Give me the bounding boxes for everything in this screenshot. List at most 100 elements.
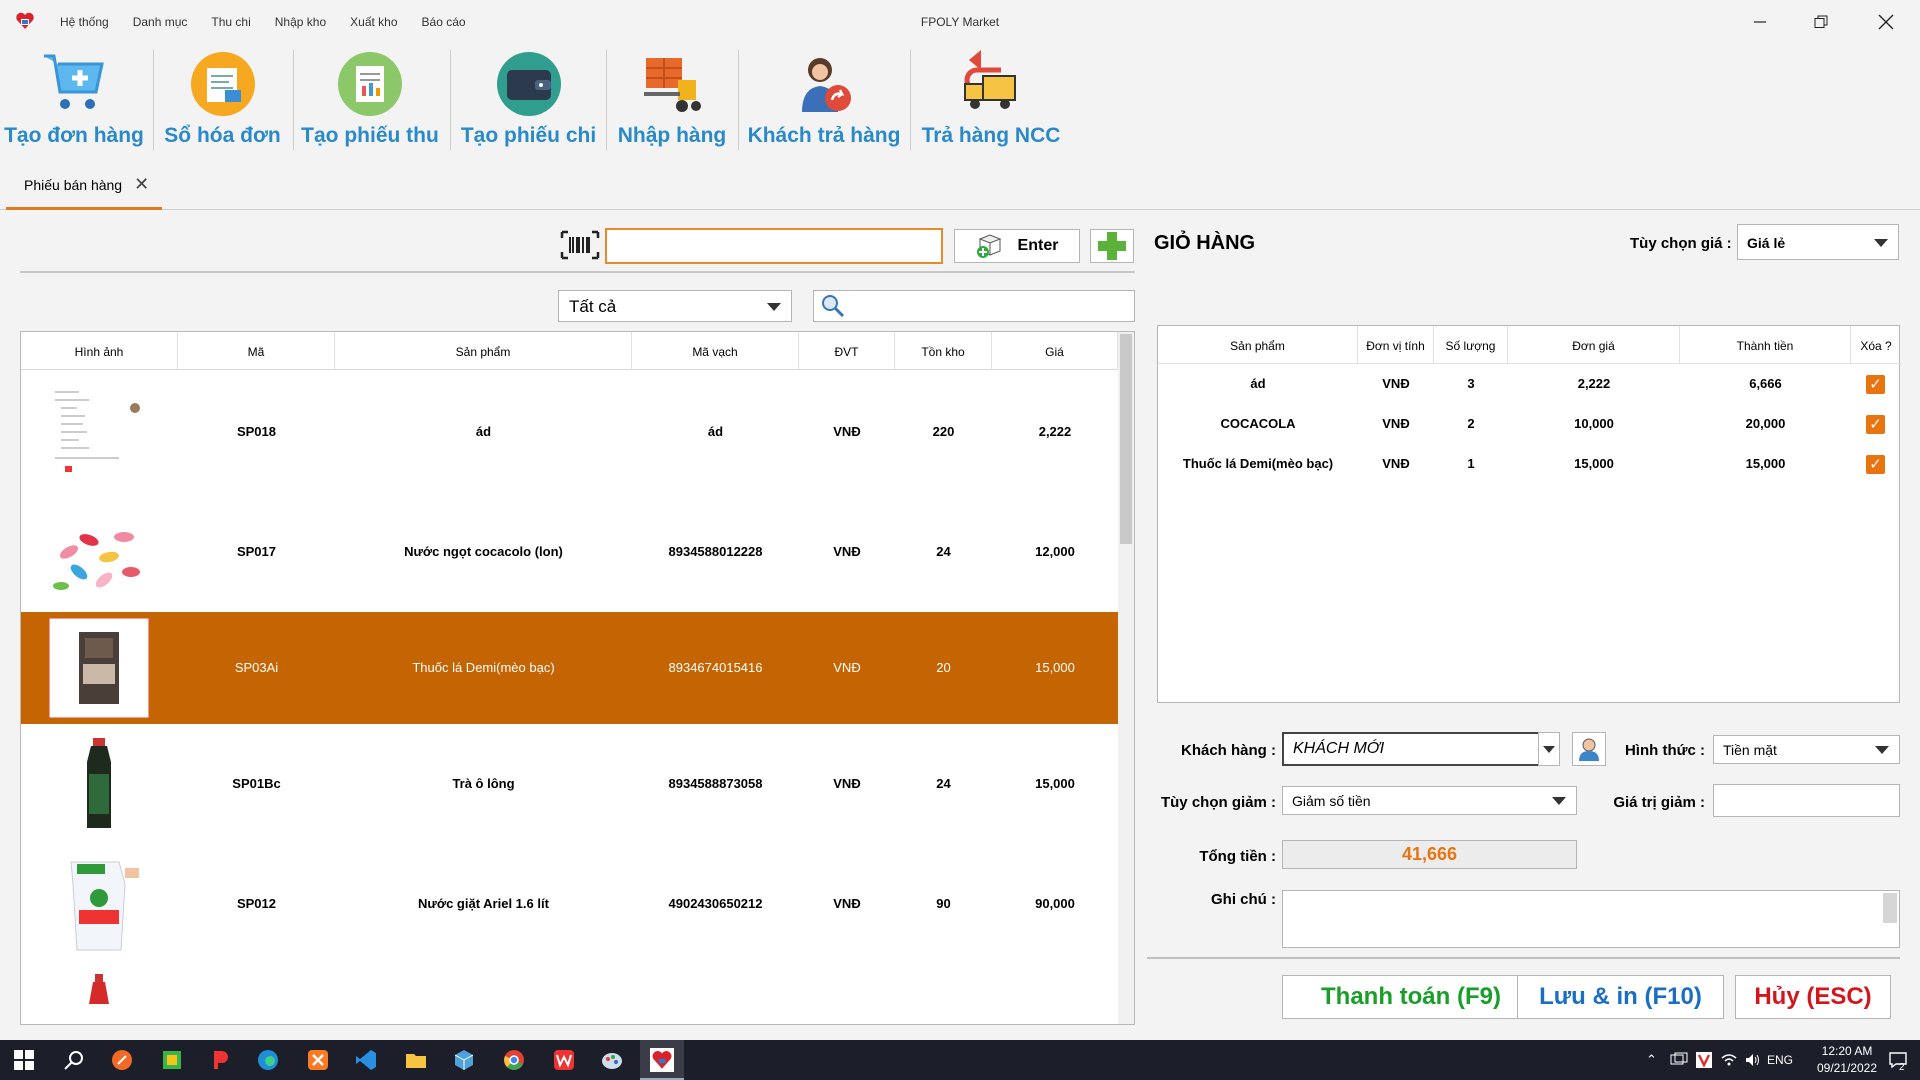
- supplier-return-label: Trả hàng NCC: [921, 124, 1061, 147]
- chrome-icon[interactable]: [502, 1048, 526, 1072]
- invoice-book-button[interactable]: Sổ hóa đơn: [160, 44, 285, 154]
- notification-icon: [1889, 1052, 1907, 1069]
- col-barcode[interactable]: Mã vạch: [632, 332, 799, 370]
- chevron-up-icon[interactable]: ⌃: [1646, 1052, 1657, 1068]
- create-payment-button[interactable]: Tạo phiếu chi: [457, 44, 600, 154]
- volume-icon[interactable]: [1744, 1052, 1762, 1068]
- box-add-icon: [976, 234, 1001, 258]
- network-icon[interactable]: [1670, 1052, 1688, 1068]
- category-select[interactable]: Tất cả: [558, 290, 792, 322]
- cart-item-qty[interactable]: 2: [1434, 404, 1508, 444]
- scrollbar-thumb[interactable]: [1120, 334, 1132, 544]
- file-explorer-icon[interactable]: [404, 1048, 428, 1072]
- payment-method-select[interactable]: Tiền mặt: [1713, 735, 1900, 764]
- table-row[interactable]: SP012 Nước giặt Ariel 1.6 lít 4902430650…: [21, 844, 1118, 964]
- delete-checkbox[interactable]: ✓: [1866, 455, 1885, 474]
- restore-button[interactable]: [1801, 10, 1841, 34]
- product-stock: 90: [936, 896, 951, 911]
- col-cart-unit[interactable]: Đơn vị tính: [1358, 326, 1434, 364]
- cart-row[interactable]: Thuốc lá Demi(mèo bạc) VNĐ 1 15,000 15,0…: [1158, 444, 1901, 484]
- customer-input[interactable]: KHÁCH MỚI: [1282, 732, 1540, 766]
- col-cart-price[interactable]: Đơn giá: [1508, 326, 1680, 364]
- table-row-partial[interactable]: [21, 964, 1118, 1024]
- price-option-label: Tùy chọn giá :: [1630, 235, 1732, 252]
- cancel-button[interactable]: Hủy (ESC): [1735, 975, 1891, 1019]
- divider: [1147, 957, 1900, 959]
- col-cart-delete[interactable]: Xóa ?: [1851, 326, 1901, 364]
- close-tab-icon[interactable]: ✕: [134, 174, 149, 195]
- product-name: Trà ô lông: [452, 776, 515, 791]
- create-receipt-button[interactable]: Tạo phiếu thu: [300, 44, 440, 154]
- product-table-scrollbar[interactable]: [1118, 332, 1134, 1024]
- customer-return-button[interactable]: Khách trả hàng: [744, 44, 904, 154]
- import-goods-button[interactable]: Nhập hàng: [612, 44, 732, 154]
- product-image: [49, 974, 149, 1024]
- col-unit[interactable]: ĐVT: [799, 332, 895, 370]
- wifi-icon[interactable]: [1720, 1052, 1738, 1068]
- minimize-button[interactable]: [1740, 10, 1780, 34]
- create-order-button[interactable]: Tạo đơn hàng: [4, 44, 144, 154]
- tab-sales-slip[interactable]: Phiếu bán hàng ✕: [6, 162, 162, 210]
- col-stock[interactable]: Tồn kho: [895, 332, 992, 370]
- table-row[interactable]: SP018 ád ád VNĐ 220 2,222: [21, 372, 1118, 492]
- cart-row[interactable]: ád VNĐ 3 2,222 6,666 ✓: [1158, 364, 1901, 404]
- chevron-down-icon: [1552, 797, 1566, 805]
- barcode-input[interactable]: [605, 228, 943, 264]
- search-taskbar-icon[interactable]: [62, 1048, 86, 1072]
- col-image[interactable]: Hình ảnh: [21, 332, 178, 370]
- table-row[interactable]: SP017 Nước ngọt cocacolo (lon) 893458801…: [21, 492, 1118, 612]
- close-window-button[interactable]: [1866, 10, 1906, 34]
- vietkey-icon[interactable]: [1695, 1051, 1713, 1069]
- col-product[interactable]: Sản phẩm: [335, 332, 632, 370]
- col-cart-total[interactable]: Thành tiền: [1680, 326, 1851, 364]
- col-code[interactable]: Mã: [178, 332, 335, 370]
- app-tools-icon[interactable]: [160, 1048, 184, 1072]
- customer-dropdown-button[interactable]: [1538, 732, 1560, 766]
- fpoly-market-taskbar-icon: [650, 1048, 674, 1072]
- supplier-return-button[interactable]: Trả hàng NCC: [916, 44, 1066, 154]
- product-stock: 24: [936, 776, 951, 791]
- table-row-selected[interactable]: SP03Ai Thuốc lá Demi(mèo bạc) 8934674015…: [21, 612, 1118, 724]
- app-paint-icon[interactable]: [600, 1048, 624, 1072]
- col-cart-product[interactable]: Sản phẩm: [1158, 326, 1358, 364]
- customer-lookup-button[interactable]: [1572, 732, 1606, 766]
- delete-checkbox[interactable]: ✓: [1866, 375, 1885, 394]
- col-price[interactable]: Giá: [992, 332, 1118, 370]
- app-cube-icon[interactable]: [452, 1048, 476, 1072]
- customer-return-label: Khách trả hàng: [747, 124, 901, 147]
- note-textarea[interactable]: [1282, 890, 1900, 948]
- add-product-button[interactable]: [1090, 229, 1134, 263]
- table-row[interactable]: SP01Bc Trà ô lông 8934588873058 VNĐ 24 1…: [21, 724, 1118, 844]
- app-red-icon[interactable]: [208, 1048, 232, 1072]
- cart-item-qty[interactable]: 3: [1434, 364, 1508, 404]
- windows-start-icon[interactable]: [12, 1048, 36, 1072]
- active-app-indicator[interactable]: [640, 1040, 684, 1080]
- discount-option-value: Giảm số tiền: [1292, 793, 1371, 809]
- toolbar-divider: [910, 50, 911, 150]
- clock-date: 09/21/2022: [1816, 1061, 1878, 1075]
- cart-item-qty[interactable]: 1: [1434, 444, 1508, 484]
- app-orange-icon[interactable]: [110, 1048, 134, 1072]
- notification-center[interactable]: 2: [1884, 1040, 1914, 1080]
- product-search-input[interactable]: [813, 290, 1135, 322]
- edge-browser-icon[interactable]: [256, 1048, 280, 1072]
- invoice-book-label: Sổ hóa đơn: [164, 124, 281, 147]
- receipt-icon: [338, 52, 402, 116]
- save-print-button[interactable]: Lưu & in (F10): [1517, 975, 1724, 1019]
- toolbar-divider: [738, 50, 739, 150]
- discount-value-input[interactable]: [1713, 784, 1900, 817]
- cart-row[interactable]: COCACOLA VNĐ 2 10,000 20,000 ✓: [1158, 404, 1901, 444]
- discount-option-select[interactable]: Giảm số tiền: [1282, 786, 1577, 815]
- xampp-icon[interactable]: [306, 1048, 330, 1072]
- delete-checkbox[interactable]: ✓: [1866, 415, 1885, 434]
- enter-button[interactable]: Enter: [954, 229, 1080, 263]
- note-scrollbar[interactable]: [1883, 893, 1897, 923]
- price-option-select[interactable]: Giá lẻ: [1737, 224, 1899, 260]
- pay-button[interactable]: Thanh toán (F9): [1282, 975, 1540, 1019]
- clock[interactable]: 12:20 AM 09/21/2022: [1812, 1040, 1882, 1080]
- language-indicator[interactable]: ENG: [1767, 1053, 1793, 1067]
- product-stock: 24: [936, 544, 951, 559]
- col-cart-qty[interactable]: Số lượng: [1434, 326, 1508, 364]
- wps-office-icon[interactable]: [552, 1048, 576, 1072]
- vscode-icon[interactable]: [354, 1048, 378, 1072]
